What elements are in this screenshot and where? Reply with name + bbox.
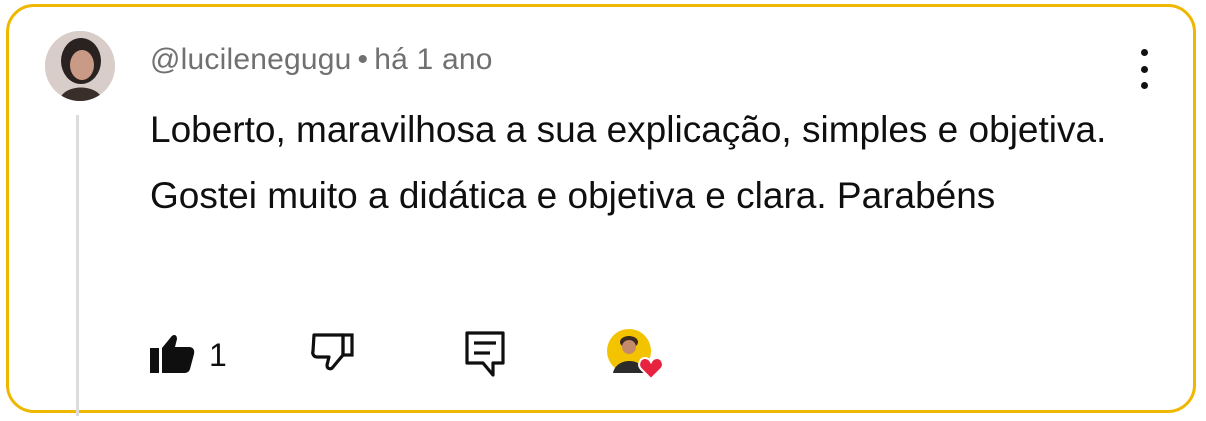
meta-separator: • bbox=[357, 43, 369, 76]
like-count: 1 bbox=[209, 336, 227, 373]
author-handle[interactable]: @lucilenegugu bbox=[150, 43, 352, 76]
comment-text: Loberto, maravilhosa a sua explicação, s… bbox=[150, 109, 1107, 216]
author-avatar[interactable] bbox=[45, 31, 115, 101]
thumbs-down-icon bbox=[309, 333, 357, 381]
dislike-button[interactable] bbox=[309, 329, 357, 382]
comment-time[interactable]: há 1 ano bbox=[374, 43, 492, 76]
reply-icon bbox=[463, 331, 507, 383]
comment-meta: @lucilenegugu • há 1 ano bbox=[150, 43, 493, 77]
reply-button[interactable] bbox=[463, 329, 507, 384]
thread-line bbox=[76, 115, 79, 416]
kebab-menu-icon[interactable] bbox=[1127, 47, 1161, 91]
thumbs-up-icon bbox=[149, 331, 195, 380]
creator-heart-icon[interactable] bbox=[605, 327, 667, 385]
like-button[interactable]: 1 bbox=[149, 331, 227, 379]
comment-card: @lucilenegugu • há 1 ano Loberto, maravilh… bbox=[6, 4, 1196, 416]
